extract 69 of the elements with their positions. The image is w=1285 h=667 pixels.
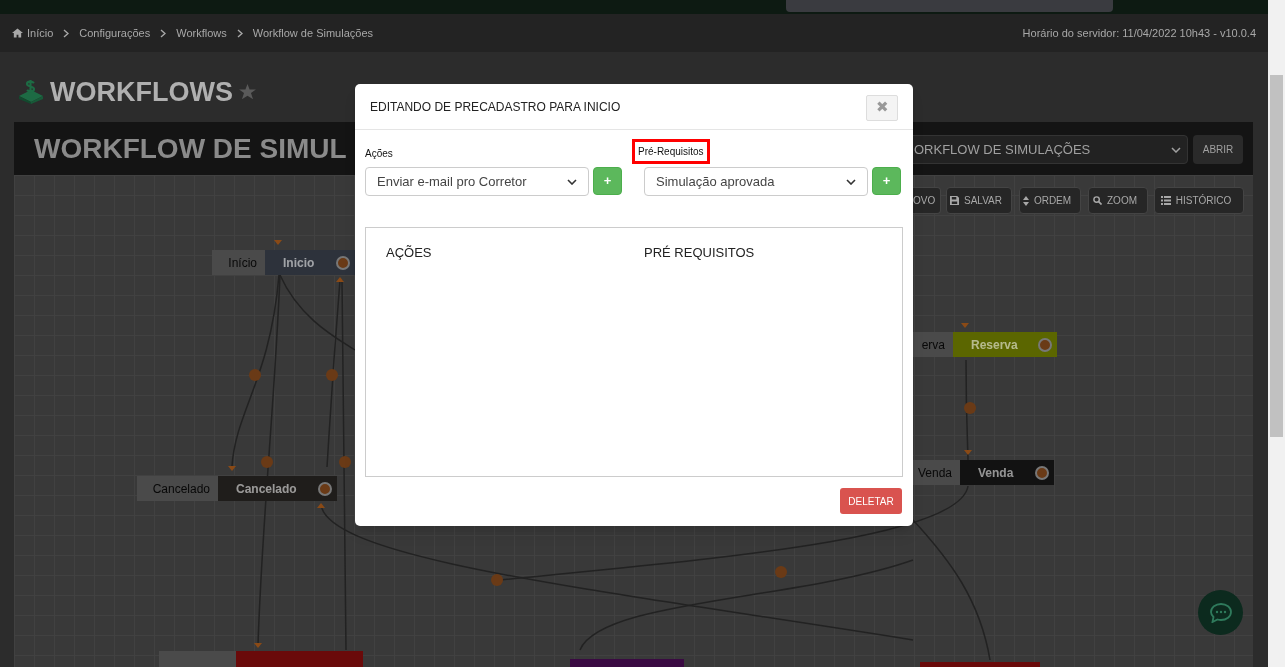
breadcrumb-link[interactable]: Início [12, 24, 54, 42]
connector-dot [964, 402, 976, 414]
chevron-icon [236, 28, 243, 38]
toolbar-button[interactable]: HISTÓRICO [1154, 187, 1244, 214]
connector-dot [339, 456, 351, 468]
column-header: PRÉ REQUISITOS [644, 244, 755, 262]
chat-bubble-icon [1209, 602, 1232, 623]
list-icon [1160, 196, 1171, 205]
node-title: Cancelado [236, 480, 297, 498]
connector-dot [491, 574, 503, 586]
arrowhead-icon [317, 503, 325, 508]
field-label: Pré-Requisitos [632, 139, 710, 164]
breadcrumb-link[interactable]: Configurações [79, 24, 151, 42]
node-label: Cancelado [137, 476, 218, 501]
search-icon [1093, 196, 1102, 205]
column-header: AÇÕES [386, 244, 433, 262]
node-handle-icon [1035, 465, 1049, 480]
open-button[interactable]: ABRIR [1193, 135, 1243, 164]
banner-title: WORKFLOW DE SIMUL [34, 131, 347, 166]
workflow-node[interactable] [159, 651, 236, 667]
workflow-node[interactable]: Inicio [265, 250, 355, 275]
connector-dot [326, 369, 338, 381]
node-handle-icon [1038, 337, 1052, 352]
home-icon [12, 28, 23, 38]
arrowhead-icon [254, 643, 262, 648]
breadcrumb-link[interactable]: Workflows [176, 24, 227, 42]
workflow-node[interactable] [920, 662, 1040, 667]
connector-dot [249, 369, 261, 381]
toolbar-button[interactable]: SALVAR [946, 187, 1012, 214]
node-title: Venda [978, 464, 1014, 482]
chevron-down-icon [567, 178, 577, 185]
star-icon [238, 84, 256, 101]
toolbar-button[interactable]: OVO [913, 187, 941, 214]
chevron-icon [63, 28, 70, 38]
connector-dot [261, 456, 273, 468]
server-time: Horário do servidor: 11/04/2022 10h43 - v10.0.4 [1022, 25, 1256, 41]
workflow-node[interactable]: Cancelado [218, 476, 337, 501]
arrowhead-icon [274, 240, 282, 245]
modal-title: EDITANDO DE PRECADASTRO PARA INICIO [370, 98, 621, 116]
scrollbar[interactable] [1268, 0, 1285, 667]
money-icon [18, 80, 44, 105]
arrowhead-icon [228, 466, 236, 471]
node-label: erva [913, 332, 953, 357]
toolbar-button[interactable]: ORDEM [1019, 187, 1081, 214]
page-title: WORKFLOWS [50, 76, 233, 109]
breadcrumb-link[interactable]: Workflow de Simulações [252, 24, 373, 42]
delete-button[interactable]: DELETAR [840, 488, 902, 514]
node-handle-icon [336, 255, 350, 270]
workflow-node[interactable]: Venda [960, 460, 1054, 485]
node-title: Reserva [971, 336, 1018, 354]
arrowhead-icon [961, 323, 969, 328]
floppy-icon [950, 196, 959, 205]
arrowhead-icon [964, 450, 972, 455]
chevron-down-icon [1171, 146, 1181, 153]
arrowhead-icon [336, 277, 344, 282]
workflow-node[interactable] [570, 659, 684, 667]
connector-dot [775, 566, 787, 578]
toolbar-button[interactable]: ZOOM [1088, 187, 1148, 214]
field-label: Ações [365, 147, 393, 161]
node-handle-icon [318, 481, 332, 496]
select-field[interactable]: Simulação aprovada [644, 167, 868, 196]
node-title: Inicio [283, 254, 315, 272]
node-label: Venda [913, 460, 960, 485]
chevron-icon [160, 28, 167, 38]
chevron-down-icon [846, 178, 856, 185]
workflow-node[interactable] [236, 651, 363, 667]
sort-icon [1022, 195, 1029, 206]
select-field[interactable]: Enviar e-mail pro Corretor [365, 167, 589, 196]
node-label: Início [212, 250, 265, 275]
